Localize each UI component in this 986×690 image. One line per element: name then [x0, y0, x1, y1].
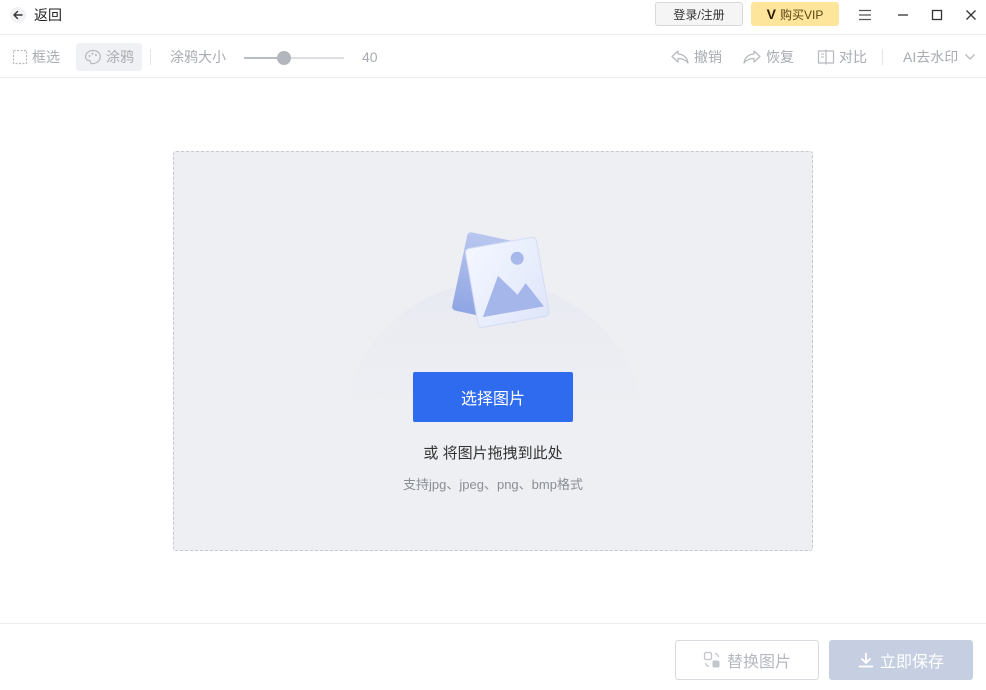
- compare-icon: [817, 49, 835, 65]
- select-image-button[interactable]: 选择图片: [413, 372, 573, 422]
- title-bar: 返回 登录/注册 V 购买VIP: [0, 0, 986, 30]
- box-select-tool[interactable]: 框选: [12, 43, 60, 71]
- compare-button[interactable]: 对比: [817, 43, 867, 71]
- maximize-button[interactable]: [926, 4, 948, 26]
- image-placeholder-icon: [444, 227, 554, 337]
- toolbar-divider: [882, 49, 883, 65]
- save-now-button[interactable]: 立即保存: [829, 640, 973, 680]
- minimize-icon: [898, 14, 908, 16]
- vip-icon: V: [766, 6, 776, 22]
- bottom-action-bar: 替换图片 立即保存: [0, 623, 986, 690]
- back-label: 返回: [34, 7, 62, 23]
- arrow-left-icon: [10, 7, 26, 23]
- brush-size-label: 涂鸦大小: [170, 49, 226, 65]
- redo-icon: [743, 50, 761, 64]
- undo-label: 撤销: [694, 49, 722, 65]
- ai-watermark-label: AI去水印: [903, 49, 959, 65]
- brush-tool[interactable]: 涂鸦: [76, 43, 142, 71]
- hamburger-menu-icon: [859, 9, 871, 21]
- drag-hint-text: 或 将图片拖拽到此处: [423, 445, 563, 462]
- save-now-label: 立即保存: [879, 654, 944, 671]
- menu-button[interactable]: [854, 4, 876, 26]
- undo-button[interactable]: 撤销: [670, 43, 722, 71]
- chevron-down-icon: [965, 54, 976, 60]
- image-drop-zone[interactable]: 选择图片 或 将图片拖拽到此处 支持jpg、jpeg、png、bmp格式: [173, 151, 813, 551]
- palette-icon: [84, 49, 101, 65]
- login-register-button[interactable]: 登录/注册: [655, 2, 743, 26]
- buy-vip-label: 购买VIP: [780, 7, 824, 22]
- minimize-button[interactable]: [892, 4, 914, 26]
- buy-vip-button[interactable]: V 购买VIP: [751, 2, 839, 26]
- back-button[interactable]: 返回: [10, 5, 62, 25]
- box-select-label: 框选: [32, 49, 60, 65]
- box-select-icon: [12, 49, 28, 65]
- close-button[interactable]: [960, 4, 982, 26]
- editing-toolbar: 框选 涂鸦 涂鸦大小 40 撤销 恢复 对比 AI去水印: [0, 34, 986, 78]
- undo-icon: [671, 50, 689, 64]
- replace-image-label: 替换图片: [726, 654, 791, 671]
- compare-label: 对比: [839, 49, 867, 65]
- toolbar-divider: [150, 49, 151, 65]
- supported-formats-text: 支持jpg、jpeg、png、bmp格式: [403, 477, 583, 492]
- ai-watermark-dropdown[interactable]: AI去水印: [903, 43, 980, 71]
- brush-size-slider[interactable]: [244, 51, 344, 65]
- replace-icon: [703, 651, 720, 668]
- redo-button[interactable]: 恢复: [742, 43, 794, 71]
- close-icon: [966, 10, 976, 20]
- maximize-icon: [931, 9, 943, 21]
- redo-label: 恢复: [766, 49, 794, 65]
- replace-image-button[interactable]: 替换图片: [675, 640, 819, 680]
- download-icon: [858, 652, 874, 668]
- brush-label: 涂鸦: [106, 49, 134, 65]
- brush-size-slider-thumb[interactable]: [277, 51, 291, 65]
- brush-size-value: 40: [362, 49, 378, 65]
